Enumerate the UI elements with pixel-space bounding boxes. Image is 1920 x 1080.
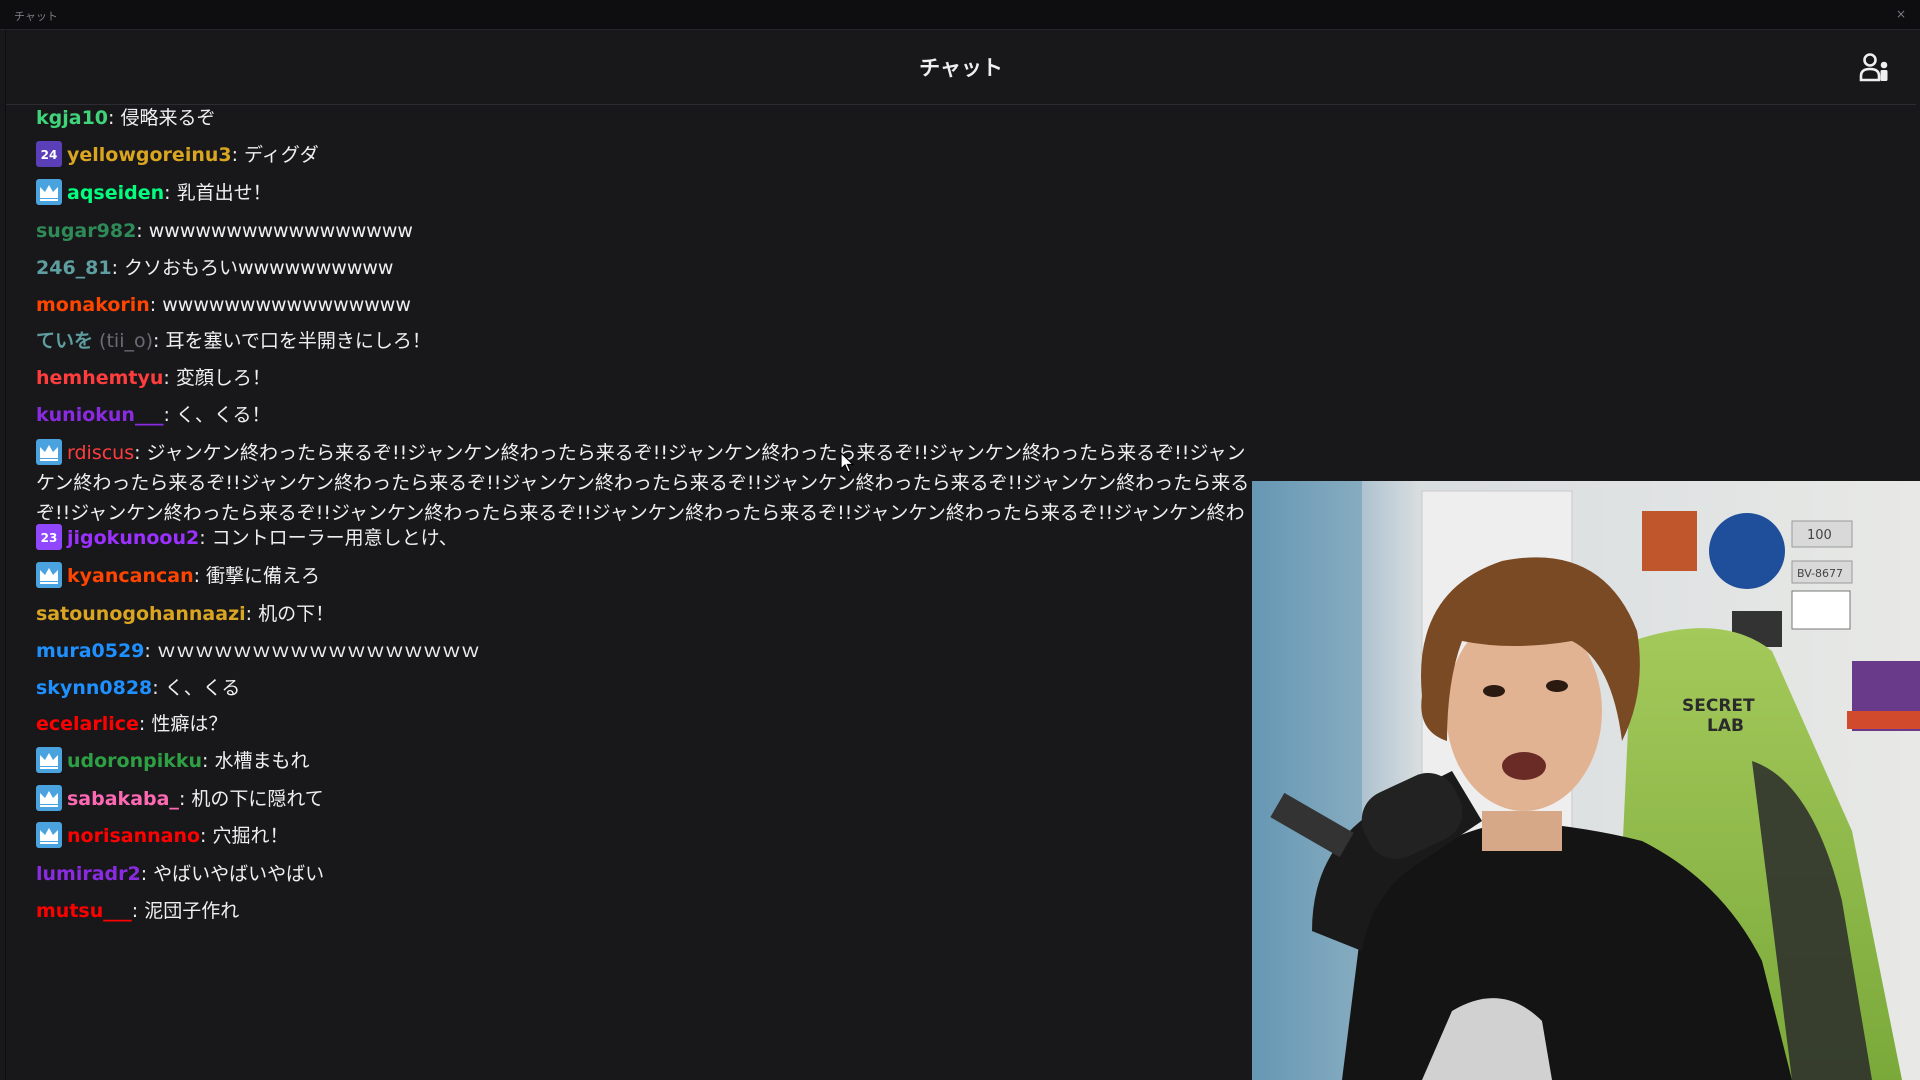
chat-message-text: : wwwwwwwwwwwwwwwww xyxy=(136,220,413,242)
chat-username[interactable]: mutsu___ xyxy=(36,900,132,922)
chat-message: mura0529: ｗｗｗｗｗｗｗｗｗｗｗｗｗｗｗｗｗ xyxy=(36,637,480,665)
chat-message-text: : 水槽まもれ xyxy=(202,750,310,772)
chat-message-text: : 机の下に隠れて xyxy=(178,788,324,810)
chat-username-login: (tii_o) xyxy=(93,330,154,352)
users-icon[interactable] xyxy=(1858,50,1892,84)
shelf-label-1: 100 xyxy=(1807,528,1832,543)
chat-title: チャット xyxy=(919,56,1003,80)
chat-message: 23 jigokunoou2: コントローラー用意しとけ、 xyxy=(36,523,458,552)
chat-header: チャット xyxy=(6,30,1916,105)
users-icon-graphic xyxy=(1859,53,1888,82)
subscriber-months-badge-icon[interactable]: 24 xyxy=(36,140,62,167)
chat-message: kgja10: 侵略来るぞ xyxy=(36,106,215,132)
chat-message-text: : 耳を塞いで口を半開きにしろ！ xyxy=(153,330,431,352)
subscriber-crown-icon[interactable] xyxy=(36,784,62,811)
svg-text:24: 24 xyxy=(41,148,58,162)
subscriber-crown-icon[interactable] xyxy=(36,821,62,848)
chat-message: monakorin: wwwwwwwwwwwwwwww xyxy=(36,291,411,319)
chat-message-text: : コントローラー用意しとけ、 xyxy=(199,527,458,549)
chat-message: mutsu___: 泥団子作れ xyxy=(36,897,239,925)
chat-message-text: : ジャンケン終わったら来るぞ!!ジャンケン終わったら来るぞ!!ジャンケン終わっ… xyxy=(36,442,1250,524)
chat-message-text: : 衝撃に備えろ xyxy=(193,565,321,587)
chat-username[interactable]: kuniokun___ xyxy=(36,404,163,426)
chair-brand-text-2: LAB xyxy=(1707,716,1744,736)
chat-message-text: : 泥団子作れ xyxy=(131,900,240,922)
chat-username[interactable]: ecelarlice xyxy=(36,713,139,735)
chat-message: sabakaba_: 机の下に隠れて xyxy=(36,784,324,813)
chat-message-text: : 性癖は？ xyxy=(138,713,228,735)
chat-username[interactable]: kyancancan xyxy=(67,565,194,587)
chat-username[interactable]: kgja10 xyxy=(36,107,108,129)
chat-message-text: : 机の下！ xyxy=(245,603,335,625)
chair-brand-text: SECRET xyxy=(1682,696,1755,716)
subscriber-crown-icon[interactable] xyxy=(36,178,62,205)
chat-message: 246_81: クソおもろいwwwwwwwwww xyxy=(36,254,393,282)
chat-message: udoronpikku: 水槽まもれ xyxy=(36,746,310,775)
chat-message: ecelarlice: 性癖は？ xyxy=(36,710,227,738)
chat-message-text: : 乳首出せ！ xyxy=(164,182,272,204)
chat-message: skynn0828: く、くる xyxy=(36,674,240,702)
chat-message-text: : クソおもろいwwwwwwwwww xyxy=(111,257,394,279)
chat-message: hemhemtyu: 変顔しろ！ xyxy=(36,364,271,392)
chat-username[interactable]: rdiscus xyxy=(67,442,134,464)
chat-username[interactable]: sabakaba_ xyxy=(67,788,179,810)
subscriber-crown-icon[interactable] xyxy=(36,561,62,588)
chat-username[interactable]: jigokunoou2 xyxy=(67,527,199,549)
svg-text:23: 23 xyxy=(41,531,58,545)
chat-username[interactable]: lumiradr2 xyxy=(36,863,141,885)
chat-message-text: : やばいやばいやばい xyxy=(140,863,325,885)
chat-message-text: : ディグダ xyxy=(231,144,319,166)
chat-username[interactable]: hemhemtyu xyxy=(36,367,163,389)
chat-message-text: : 変顔しろ！ xyxy=(163,367,271,389)
chat-username[interactable]: udoronpikku xyxy=(67,750,202,772)
chat-username[interactable]: aqseiden xyxy=(67,182,164,204)
chat-message: ていを (tii_o): 耳を塞いで口を半開きにしろ！ xyxy=(36,327,431,355)
window-title-bar: チャット × xyxy=(0,0,1920,30)
webcam-overlay: SECRET LAB 100 BV-8677 xyxy=(1252,481,1920,1080)
chat-message-text: : 穴掘れ！ xyxy=(200,825,289,847)
chat-message: lumiradr2: やばいやばいやばい xyxy=(36,860,324,888)
mouse-cursor-icon xyxy=(840,452,855,473)
chat-message: sugar982: wwwwwwwwwwwwwwwww xyxy=(36,217,413,245)
chat-username[interactable]: sugar982 xyxy=(36,220,136,242)
subscriber-months-badge-icon[interactable]: 23 xyxy=(36,523,62,550)
chat-username[interactable]: norisannano xyxy=(67,825,200,847)
chat-message-text: : ｗｗｗｗｗｗｗｗｗｗｗｗｗｗｗｗｗ xyxy=(144,640,480,662)
chat-message: norisannano: 穴掘れ！ xyxy=(36,821,289,850)
chat-message-text: : く、くる！ xyxy=(163,404,271,426)
chat-message-text: : く、くる xyxy=(152,677,241,699)
subscriber-crown-icon[interactable] xyxy=(36,746,62,773)
window-title: チャット xyxy=(14,10,58,23)
chat-username[interactable]: ていを xyxy=(36,330,93,352)
chat-message-text: : 侵略来るぞ xyxy=(108,107,216,129)
chat-message-text: : wwwwwwwwwwwwwwww xyxy=(149,294,411,316)
chat-message: satounogohannaazi: 机の下！ xyxy=(36,600,334,628)
window-close-button[interactable]: × xyxy=(1896,7,1906,21)
chat-message: aqseiden: 乳首出せ！ xyxy=(36,178,272,207)
chat-username[interactable]: satounogohannaazi xyxy=(36,603,246,625)
chat-message: 24 yellowgoreinu3: ディグダ xyxy=(36,140,319,169)
chat-message: rdiscus: ジャンケン終わったら来るぞ!!ジャンケン終わったら来るぞ!!ジ… xyxy=(36,438,1261,530)
chat-username[interactable]: skynn0828 xyxy=(36,677,152,699)
chat-message: kuniokun___: く、くる！ xyxy=(36,401,271,429)
shelf-label-2: BV-8677 xyxy=(1797,567,1843,580)
chat-message: kyancancan: 衝撃に備えろ xyxy=(36,561,321,590)
subscriber-crown-icon[interactable] xyxy=(36,438,62,465)
chat-username[interactable]: monakorin xyxy=(36,294,150,316)
webcam-scene: SECRET LAB 100 BV-8677 xyxy=(1252,481,1920,1080)
chat-username[interactable]: yellowgoreinu3 xyxy=(67,144,232,166)
chat-username[interactable]: mura0529 xyxy=(36,640,144,662)
chat-username[interactable]: 246_81 xyxy=(36,257,112,279)
